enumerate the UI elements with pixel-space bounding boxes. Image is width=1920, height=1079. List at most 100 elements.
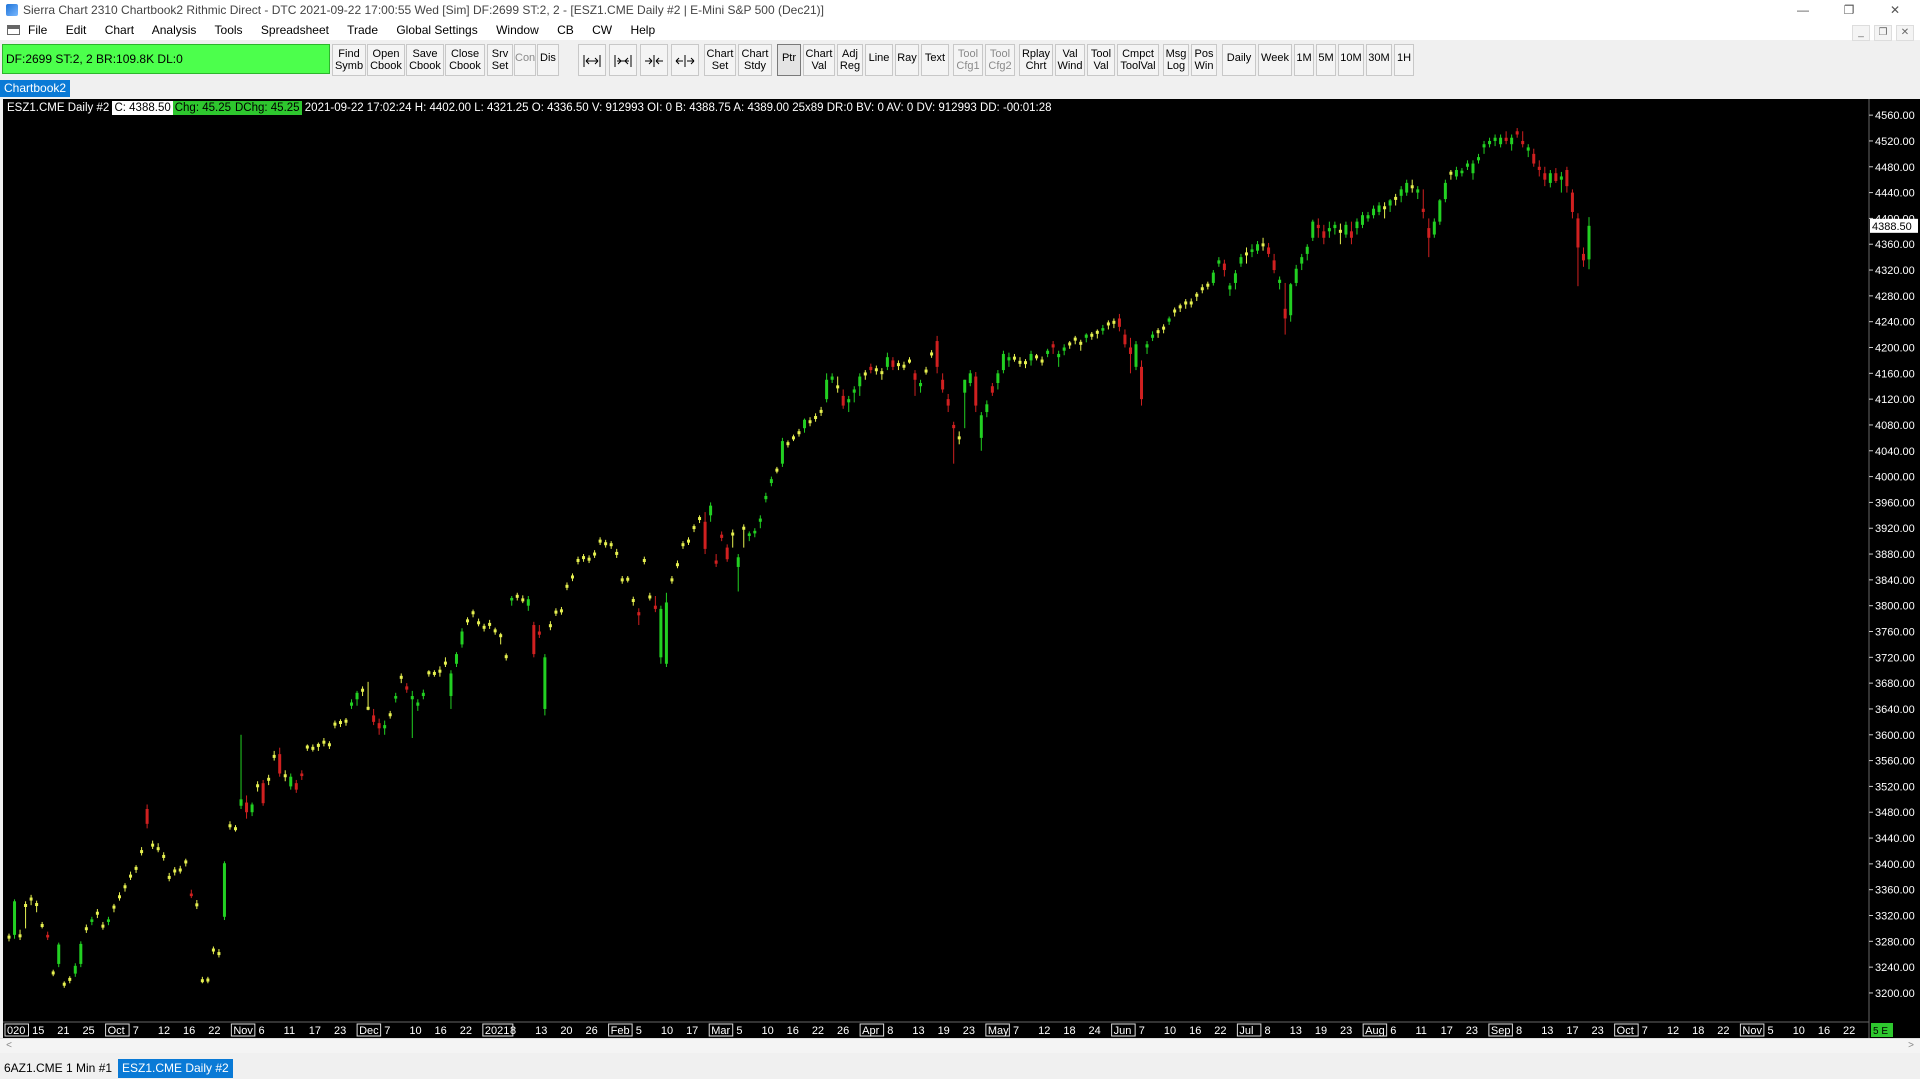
positions-window-button[interactable]: Pos Win	[1191, 44, 1217, 76]
close-chartbook-button[interactable]: Close Cbook	[445, 44, 485, 76]
scroll-right-icon[interactable]: >	[1904, 1039, 1918, 1053]
restore-button[interactable]: ❐	[1826, 0, 1872, 20]
cmpct-label-1: Cmpct	[1122, 48, 1154, 60]
message-log-button[interactable]: Msg Log	[1163, 44, 1189, 76]
candle-body	[554, 610, 558, 614]
adjust-region-button[interactable]: Adj Reg	[837, 44, 863, 76]
x-tick-label: 11	[1415, 1025, 1426, 1037]
x-tick-label: 22	[1214, 1025, 1226, 1037]
candle-body	[1278, 279, 1282, 283]
ray-tool-button[interactable]: Ray	[895, 44, 919, 76]
menu-analysis[interactable]: Analysis	[152, 23, 197, 37]
text-tool-button[interactable]: Text	[921, 44, 949, 76]
candle-body	[156, 847, 160, 851]
scroll-left-icon[interactable]: <	[2, 1039, 16, 1053]
candle-body	[819, 409, 823, 413]
menu-cw[interactable]: CW	[592, 23, 612, 37]
chart-studies-button[interactable]: Chart Stdy	[738, 44, 772, 76]
menu-window[interactable]: Window	[496, 23, 539, 37]
candle-body	[758, 518, 762, 522]
candle-body	[1559, 176, 1563, 180]
candle-body	[642, 559, 646, 562]
candle-body	[1438, 200, 1442, 222]
values-window-button[interactable]: Val Wind	[1055, 44, 1085, 76]
candle-body	[350, 702, 354, 706]
tool-values-button[interactable]: Tool Val	[1087, 44, 1115, 76]
chart-tab-esz1[interactable]: ESZ1.CME Daily #2	[118, 1059, 233, 1078]
chart-values-button[interactable]: Chart Val	[803, 44, 835, 76]
chart-tab-6az1[interactable]: 6AZ1.CME 1 Min #1	[0, 1059, 116, 1078]
candle-body	[1167, 318, 1171, 322]
price-chart[interactable]: 3200.00 3240.00 3280.00 3320.00 3360.00 3400.…	[3, 99, 1920, 1038]
timeframe-1m-button[interactable]: 1M	[1294, 44, 1314, 76]
zoom-out-icon[interactable]	[609, 44, 637, 76]
chart-window-icon[interactable]	[7, 25, 20, 35]
timeframe-week-button[interactable]: Week	[1258, 44, 1292, 76]
timeframe-30m-button[interactable]: 30M	[1366, 44, 1392, 76]
save-chartbook-button[interactable]: Save Cbook	[406, 44, 444, 76]
mdi-close-button[interactable]: ✕	[1896, 25, 1914, 41]
x-tick-label: 22	[812, 1025, 824, 1037]
expand-bars-icon[interactable]	[671, 44, 699, 76]
candle-body	[1233, 273, 1237, 283]
candle-body	[1504, 137, 1508, 141]
candle-body	[327, 743, 331, 747]
candle-body	[681, 543, 685, 547]
candle-body	[1427, 228, 1431, 238]
open-chartbook-button[interactable]: Open Cbook	[367, 44, 405, 76]
server-settings-button[interactable]: Srv Set	[487, 44, 513, 76]
timeframe-10m-button[interactable]: 10M	[1338, 44, 1364, 76]
replay-chart-button[interactable]: Rplay Chrt	[1019, 44, 1053, 76]
mdi-restore-button[interactable]: ❐	[1874, 25, 1892, 41]
menu-cb[interactable]: CB	[557, 23, 574, 37]
candle-body	[366, 706, 370, 710]
disconnect-button[interactable]: Dis	[537, 44, 559, 76]
close-button[interactable]: ✕	[1872, 0, 1918, 20]
menu-spreadsheet[interactable]: Spreadsheet	[261, 23, 329, 37]
find-symbol-button[interactable]: Find Symb	[332, 44, 366, 76]
menu-trade[interactable]: Trade	[347, 23, 378, 37]
candle-body	[990, 386, 994, 393]
timeframe-1h-button[interactable]: 1H	[1394, 44, 1414, 76]
candle-body	[432, 671, 436, 675]
chartbook-tab[interactable]: Chartbook2	[0, 80, 71, 97]
x-tick-label: Feb	[611, 1025, 630, 1037]
pointer-tool-button[interactable]: Ptr	[777, 44, 801, 76]
chart-canvas[interactable]: 3200.00 3240.00 3280.00 3320.00 3360.00 3400.…	[3, 99, 1920, 1038]
timeframe-5m-button[interactable]: 5M	[1316, 44, 1336, 76]
connect-button[interactable]: Con	[514, 44, 536, 76]
candle-body	[615, 551, 619, 555]
candle-body	[1018, 360, 1022, 364]
menu-file[interactable]: File	[28, 23, 47, 37]
candle-body	[946, 399, 950, 406]
candle-body	[957, 436, 961, 440]
candle-body	[1178, 305, 1182, 309]
horizontal-scrollbar[interactable]: < >	[0, 1038, 1920, 1053]
open-cbook-label-1: Open	[372, 48, 400, 60]
tool-config2-button[interactable]: Tool Cfg2	[985, 44, 1015, 76]
x-tick-label: 23	[1466, 1025, 1478, 1037]
cmpct-label-2: ToolVal	[1120, 60, 1156, 72]
compress-bars-icon[interactable]	[640, 44, 668, 76]
menu-chart[interactable]: Chart	[105, 23, 134, 37]
candle-body	[532, 625, 536, 655]
line-tool-button[interactable]: Line	[865, 44, 893, 76]
menu-edit[interactable]: Edit	[66, 23, 87, 37]
candle-body	[140, 850, 144, 854]
candle-body	[1576, 218, 1580, 248]
candle-body	[1040, 359, 1044, 363]
y-tick-label: 4360.00	[1875, 239, 1915, 251]
menu-tools[interactable]: Tools	[215, 23, 243, 37]
y-tick-label: 4480.00	[1875, 162, 1915, 174]
zoom-in-icon[interactable]	[578, 44, 606, 76]
candle-body	[847, 399, 851, 403]
minimize-button[interactable]: —	[1780, 0, 1826, 20]
mdi-minimize-button[interactable]: _	[1852, 25, 1870, 41]
chart-settings-button[interactable]: Chart Set	[704, 44, 736, 76]
compact-toolvalues-button[interactable]: Cmpct ToolVal	[1117, 44, 1159, 76]
menu-global-settings[interactable]: Global Settings	[396, 23, 477, 37]
timeframe-daily-button[interactable]: Daily	[1222, 44, 1256, 76]
tool-config1-button[interactable]: Tool Cfg1	[953, 44, 983, 76]
candle-body	[1460, 170, 1464, 174]
menu-help[interactable]: Help	[630, 23, 655, 37]
